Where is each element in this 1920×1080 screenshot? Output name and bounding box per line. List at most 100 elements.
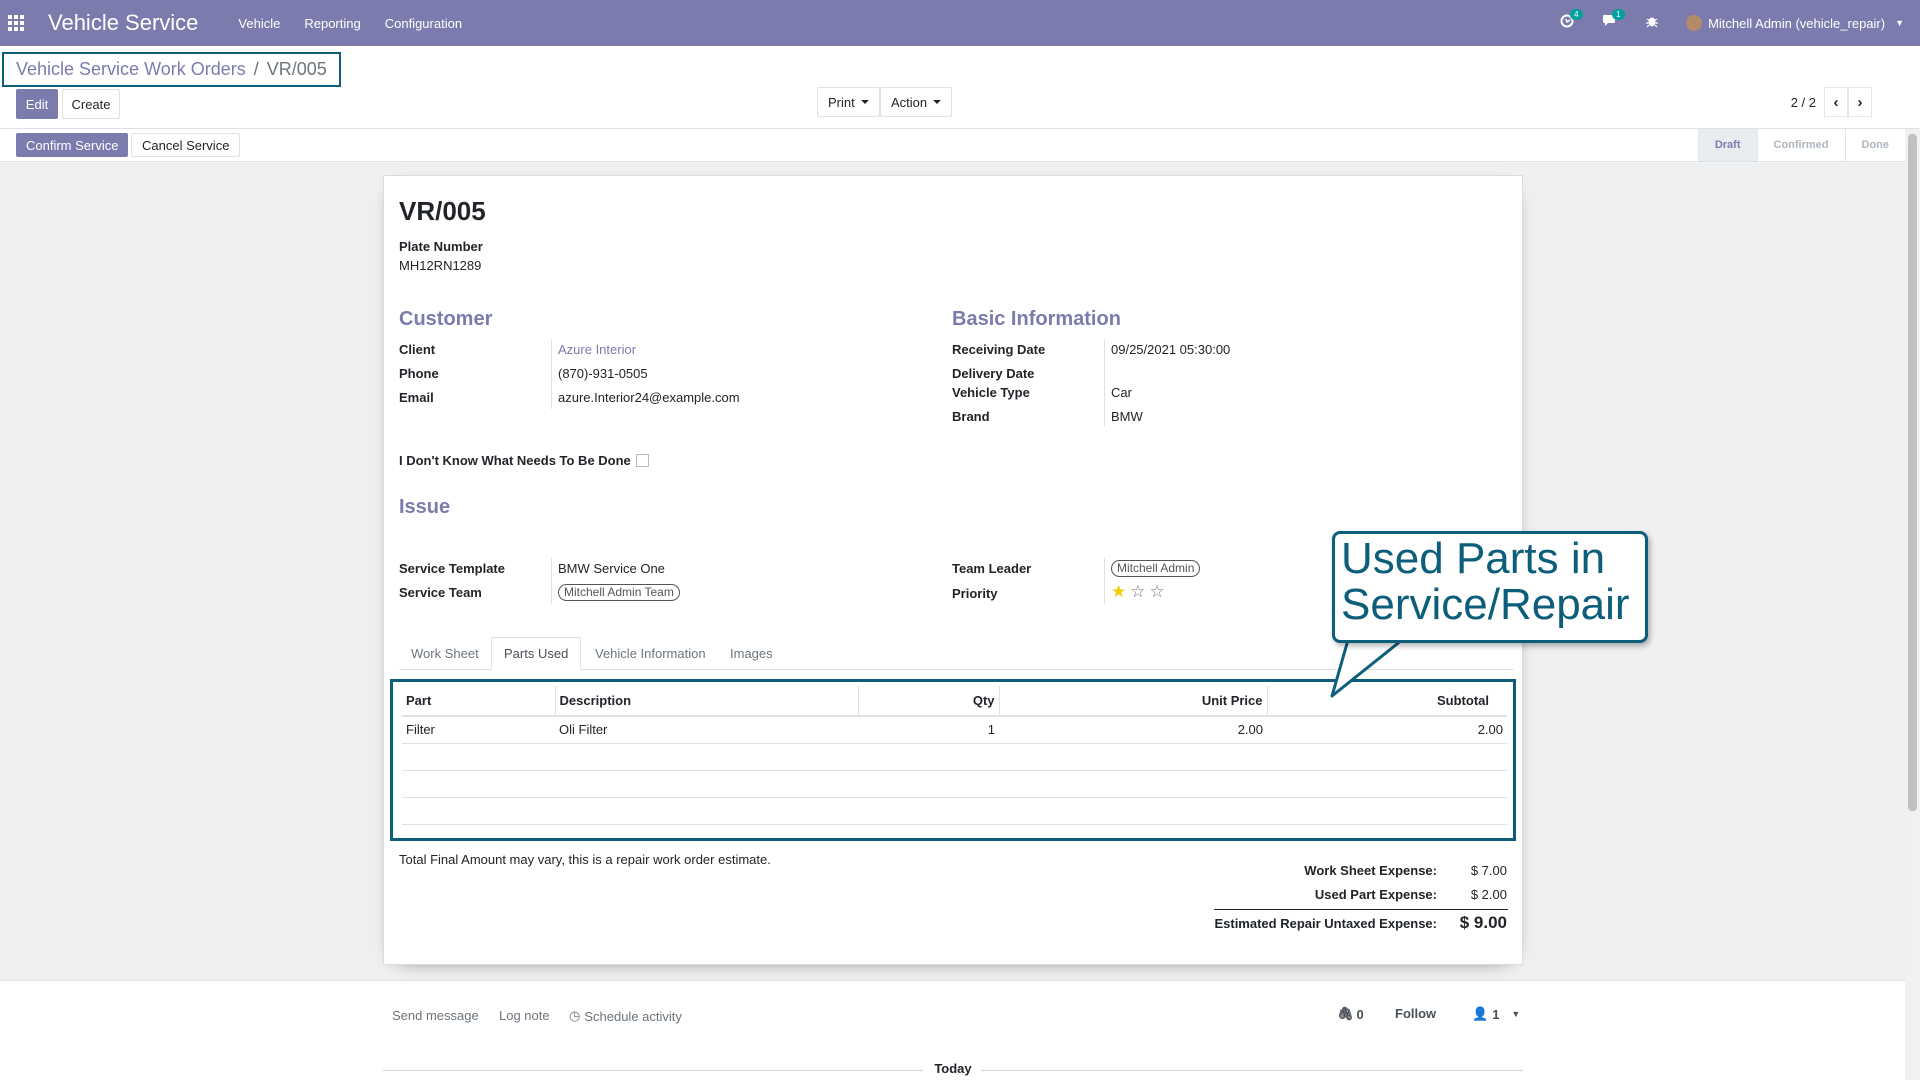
- tab-parts-used[interactable]: Parts Used: [491, 637, 582, 670]
- caret-down-icon: [933, 100, 942, 104]
- user-menu[interactable]: Mitchell Admin (vehicle_repair) ▼: [1686, 15, 1904, 31]
- date-separator: Today: [383, 1061, 1523, 1079]
- messages-badge: 1: [1612, 9, 1625, 20]
- follow-button[interactable]: Follow: [1395, 1006, 1436, 1021]
- menu-configuration[interactable]: Configuration: [385, 16, 462, 31]
- star-empty-icon[interactable]: ☆: [1130, 583, 1145, 600]
- attachments-button[interactable]: 🖇 0: [1337, 1006, 1364, 1022]
- messages-icon[interactable]: 1: [1602, 9, 1625, 32]
- attachments-count: 0: [1356, 1006, 1364, 1022]
- service-template-label: Service Template: [399, 561, 505, 576]
- breadcrumb-separator: /: [253, 59, 259, 79]
- unknown-work-checkbox[interactable]: [636, 454, 649, 467]
- avatar: [1686, 15, 1703, 31]
- chatter: Send message Log note ◷ Schedule activit…: [0, 980, 1905, 1080]
- client-link[interactable]: Azure Interior: [558, 342, 636, 357]
- menu-reporting[interactable]: Reporting: [304, 16, 360, 31]
- service-template-value[interactable]: BMW Service One: [558, 561, 665, 576]
- empty-row: [402, 797, 1507, 825]
- app-name[interactable]: Vehicle Service: [48, 10, 198, 36]
- vehicle-type-label: Vehicle Type: [952, 385, 1030, 400]
- log-note-button[interactable]: Log note: [499, 1008, 550, 1023]
- totals-divider: [1214, 909, 1508, 910]
- page-scrollbar[interactable]: [1905, 129, 1920, 1080]
- field-divider: [551, 558, 552, 604]
- star-empty-icon[interactable]: ☆: [1150, 583, 1165, 600]
- pager-next-icon[interactable]: ›: [1848, 87, 1872, 117]
- col-unit-price[interactable]: Unit Price: [999, 686, 1268, 717]
- col-qty[interactable]: Qty: [858, 686, 1000, 717]
- send-message-button[interactable]: Send message: [392, 1008, 479, 1023]
- priority-widget: ★ ☆ ☆: [1111, 583, 1165, 600]
- plate-number-value[interactable]: MH12RN1289: [399, 258, 481, 273]
- person-icon: 👤: [1472, 1006, 1489, 1021]
- scrollbar-thumb[interactable]: [1908, 134, 1917, 811]
- action-label: Action: [891, 94, 928, 110]
- brand-value[interactable]: BMW: [1111, 409, 1143, 424]
- annotation-callout: Used Parts in Service/Repair: [1332, 531, 1648, 643]
- plate-number-label: Plate Number: [399, 239, 483, 254]
- empty-row: [402, 743, 1507, 771]
- stage-confirmed[interactable]: Confirmed: [1756, 129, 1845, 161]
- tab-vehicle-information[interactable]: Vehicle Information: [583, 637, 718, 670]
- status-bar: Confirm Service Cancel Service Draft Con…: [0, 129, 1905, 162]
- email-label: Email: [399, 390, 434, 405]
- col-description[interactable]: Description: [555, 686, 859, 717]
- star-filled-icon[interactable]: ★: [1111, 583, 1126, 600]
- paperclip-icon: 🖇: [1337, 1006, 1354, 1021]
- stage-done[interactable]: Done: [1844, 129, 1906, 161]
- stage-pipeline: Draft Confirmed Done: [1697, 129, 1906, 161]
- team-leader-tag[interactable]: Mitchell Admin: [1111, 560, 1201, 577]
- cell-qty: 1: [858, 716, 999, 744]
- caret-down-icon: ▼: [1511, 1009, 1521, 1019]
- clock-icon: ◷: [569, 1008, 581, 1023]
- followers-button[interactable]: 👤 1 ▼: [1472, 1006, 1520, 1022]
- pager: 2 / 2 ‹ ›: [1791, 87, 1872, 117]
- client-label: Client: [399, 342, 436, 357]
- print-label: Print: [828, 94, 855, 110]
- worksheet-expense-row: Work Sheet Expense: $ 7.00: [1304, 863, 1507, 878]
- cell-unit-price: 2.00: [999, 716, 1267, 744]
- caret-down-icon: [860, 100, 869, 104]
- table-row[interactable]: Filter Oli Filter 1 2.00 2.00: [402, 716, 1507, 744]
- apps-menu-icon[interactable]: [0, 0, 32, 46]
- print-dropdown[interactable]: Print: [817, 87, 880, 117]
- tab-images[interactable]: Images: [718, 637, 785, 670]
- parts-highlight-frame: Part Description Qty Unit Price Subtotal…: [390, 679, 1516, 841]
- customer-group-title: Customer: [399, 308, 493, 330]
- create-button[interactable]: Create: [62, 89, 120, 119]
- control-panel: Vehicle Service Work Orders / VR/005 Edi…: [0, 46, 1920, 129]
- estimate-total-value: $ 9.00: [1459, 913, 1507, 932]
- top-navbar: Vehicle Service Vehicle Reporting Config…: [0, 0, 1920, 46]
- edit-button[interactable]: Edit: [16, 89, 58, 119]
- activity-icon[interactable]: 4: [1560, 9, 1583, 32]
- vehicle-type-value[interactable]: Car: [1111, 385, 1132, 400]
- phone-label: Phone: [399, 366, 439, 381]
- breadcrumb: Vehicle Service Work Orders / VR/005: [2, 52, 341, 87]
- tab-work-sheet[interactable]: Work Sheet: [399, 637, 491, 670]
- pager-value[interactable]: 2 / 2: [1791, 95, 1816, 110]
- breadcrumb-parent[interactable]: Vehicle Service Work Orders: [16, 59, 246, 80]
- email-value[interactable]: azure.Interior24@example.com: [558, 390, 740, 405]
- worksheet-expense-value: $ 7.00: [1470, 863, 1507, 878]
- phone-value[interactable]: (870)-931-0505: [558, 366, 648, 381]
- col-part[interactable]: Part: [402, 686, 556, 717]
- cancel-service-button[interactable]: Cancel Service: [131, 133, 241, 157]
- receiving-date-value[interactable]: 09/25/2021 05:30:00: [1111, 342, 1230, 357]
- confirm-service-button[interactable]: Confirm Service: [16, 133, 129, 157]
- user-name: Mitchell Admin (vehicle_repair): [1708, 15, 1886, 31]
- service-team-tag[interactable]: Mitchell Admin Team: [558, 584, 680, 601]
- issue-group-title: Issue: [399, 496, 451, 518]
- worksheet-expense-label: Work Sheet Expense:: [1304, 863, 1437, 878]
- action-dropdown[interactable]: Action: [880, 87, 953, 117]
- debug-bug-icon[interactable]: [1646, 15, 1659, 32]
- menu-vehicle[interactable]: Vehicle: [238, 16, 280, 31]
- parts-expense-row: Used Part Expense: $ 2.00: [1315, 887, 1507, 902]
- service-team-label: Service Team: [399, 585, 482, 600]
- pager-previous-icon[interactable]: ‹: [1824, 87, 1848, 117]
- schedule-activity-button[interactable]: ◷ Schedule activity: [569, 1008, 682, 1024]
- parts-expense-label: Used Part Expense:: [1314, 887, 1437, 902]
- record-title: VR/005: [399, 196, 486, 226]
- team-leader-label: Team Leader: [952, 561, 1032, 576]
- stage-draft[interactable]: Draft: [1697, 129, 1757, 161]
